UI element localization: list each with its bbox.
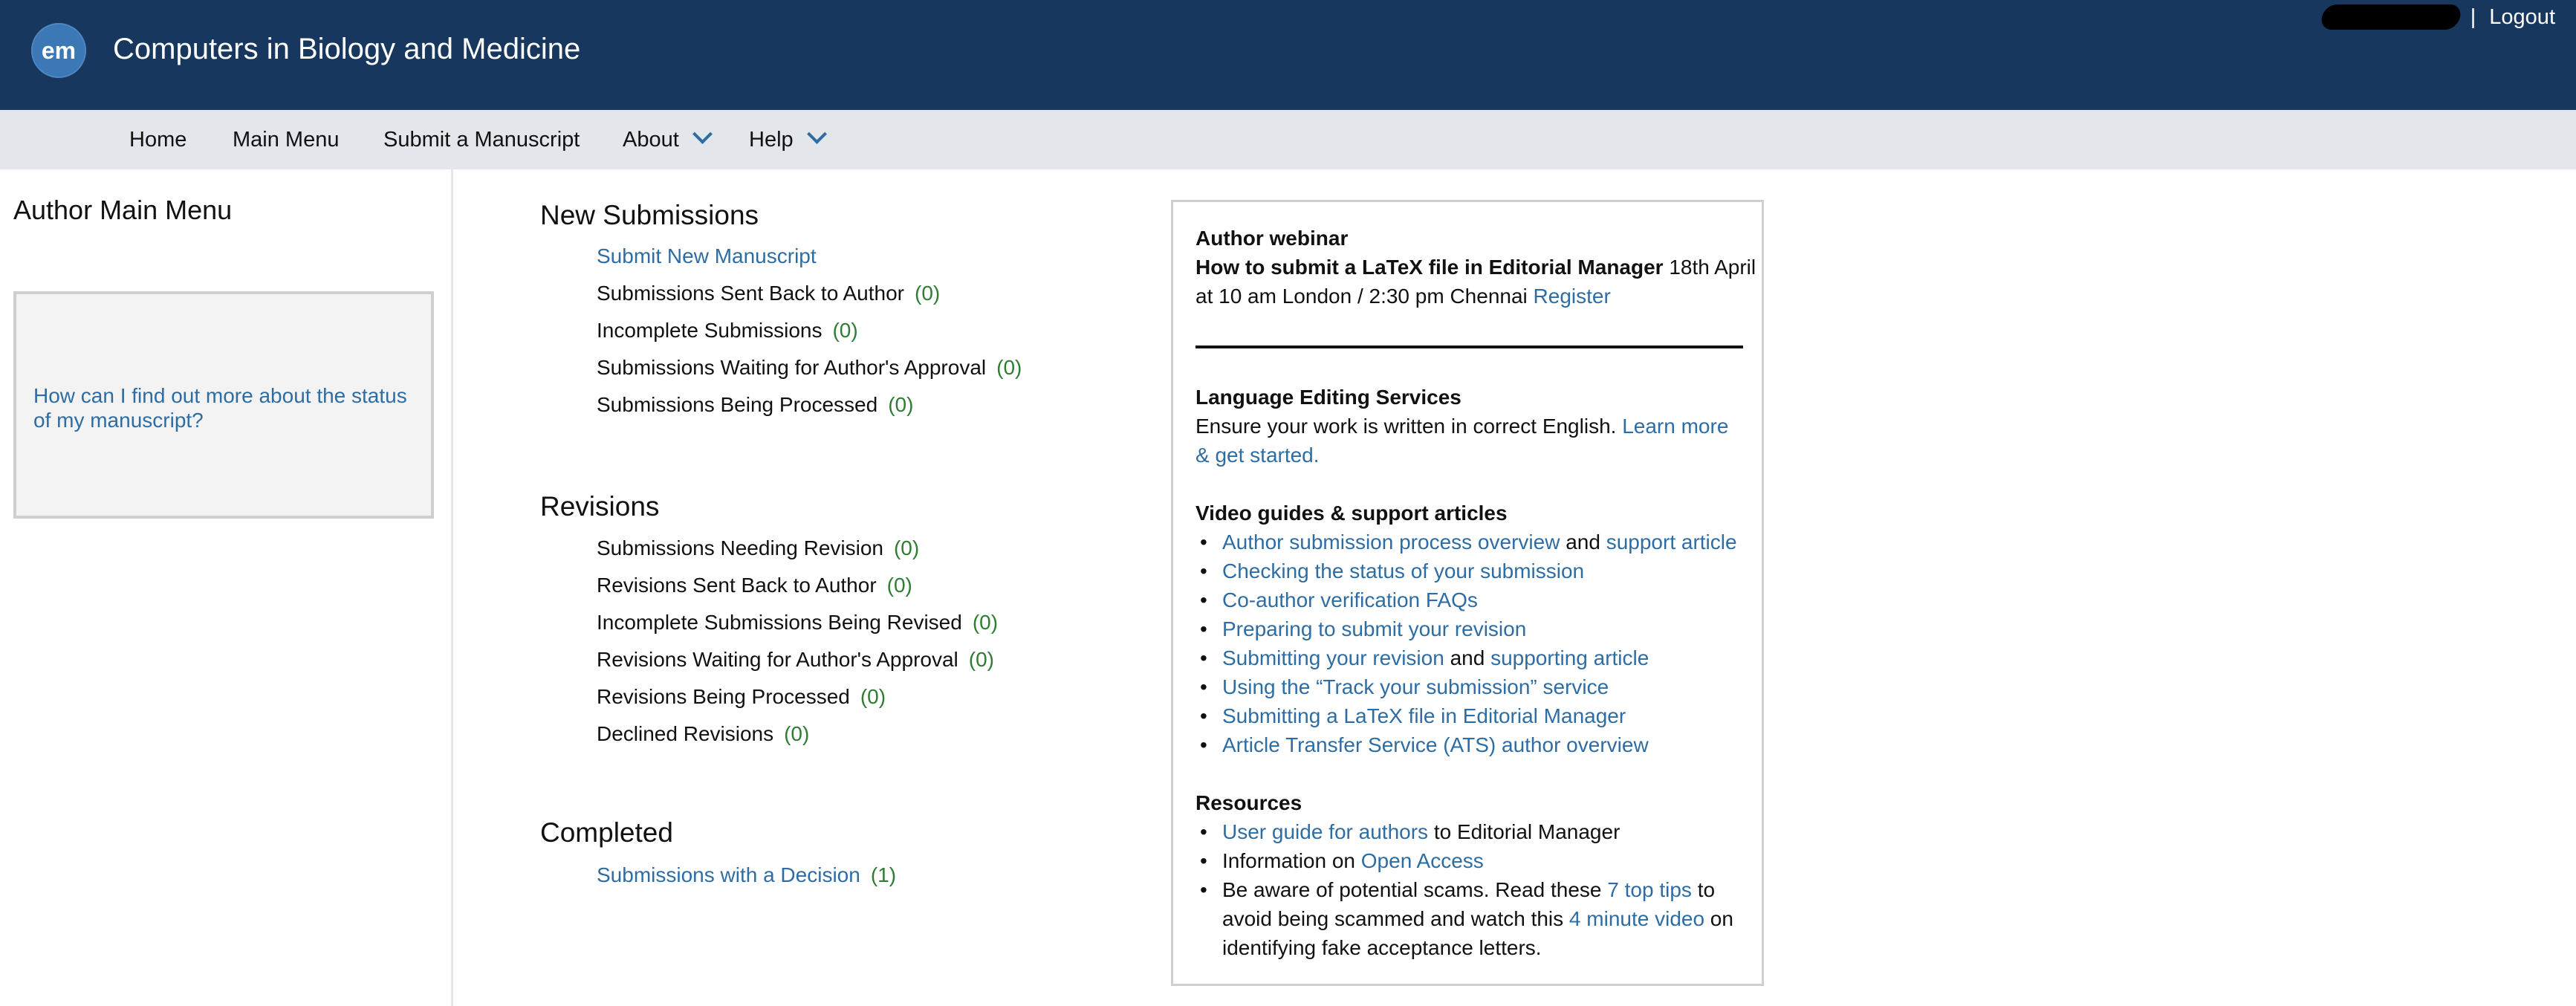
info-panel: Author webinar How to submit a LaTeX fil…: [1171, 200, 1764, 986]
preparing-revision-link[interactable]: Preparing to submit your revision: [1222, 617, 1526, 640]
help-box: How can I find out more about the status…: [13, 291, 434, 519]
top-tips-link[interactable]: 7 top tips: [1607, 878, 1692, 901]
revisions-heading: Revisions: [540, 491, 660, 522]
list-item: Submitting a LaTeX file in Editorial Man…: [1200, 701, 1742, 730]
item-count: (0): [996, 356, 1022, 379]
list-item[interactable]: Submissions Being Processed (0): [597, 393, 913, 417]
item-label: Revisions Sent Back to Author: [597, 574, 877, 597]
item-label: Revisions Waiting for Author's Approval: [597, 648, 958, 671]
nav-help-label: Help: [749, 128, 794, 152]
nav-about[interactable]: About: [623, 110, 713, 169]
nav-submit-manuscript[interactable]: Submit a Manuscript: [383, 110, 580, 169]
completed-heading: Completed: [540, 817, 673, 848]
item-label: Incomplete Submissions Being Revised: [597, 611, 962, 634]
submission-overview-link[interactable]: Author submission process overview: [1222, 530, 1560, 554]
item-count: (0): [968, 648, 994, 671]
page-title: Author Main Menu: [13, 195, 233, 225]
resources-heading: Resources: [1195, 791, 1302, 814]
nav-main-menu[interactable]: Main Menu: [233, 110, 339, 169]
checking-status-link[interactable]: Checking the status of your submission: [1222, 559, 1584, 582]
app-header: em Computers in Biology and Medicine | L…: [0, 0, 2576, 110]
list-item[interactable]: Incomplete Submissions (0): [597, 319, 858, 343]
get-started-link[interactable]: & get started.: [1195, 444, 1320, 467]
register-link[interactable]: Register: [1534, 285, 1611, 308]
webinar-text-line1: How to submit a LaTeX file in Editorial …: [1195, 256, 1756, 279]
redacted-username: [2319, 4, 2463, 30]
item-label: Declined Revisions: [597, 722, 774, 745]
list-item: User guide for authors to Editorial Mana…: [1200, 817, 1742, 846]
webinar-text-line2: at 10 am London / 2:30 pm Chennai Regist…: [1195, 285, 1611, 308]
list-item: Checking the status of your submission: [1200, 556, 1742, 585]
support-article-link[interactable]: support article: [1606, 530, 1737, 554]
language-text-line2: & get started.: [1195, 441, 1320, 470]
track-submission-link[interactable]: Using the “Track your submission” servic…: [1222, 675, 1609, 698]
nav-help[interactable]: Help: [749, 110, 827, 169]
chevron-down-icon: [806, 124, 827, 144]
item-count: (0): [888, 393, 914, 416]
list-item[interactable]: Incomplete Submissions Being Revised (0): [597, 611, 998, 635]
webinar-title: How to submit a LaTeX file in Editorial …: [1195, 256, 1664, 279]
new-submissions-heading: New Submissions: [540, 200, 759, 230]
user-separator: |: [2470, 4, 2476, 29]
list-item: Article Transfer Service (ATS) author ov…: [1200, 730, 1742, 759]
item-label[interactable]: Submissions with a Decision: [597, 863, 860, 886]
item-count: (0): [860, 685, 886, 708]
submit-new-manuscript-link[interactable]: Submit New Manuscript: [597, 244, 817, 268]
list-item[interactable]: Revisions Being Processed (0): [597, 685, 886, 709]
video-link[interactable]: 4 minute video: [1569, 907, 1704, 930]
user-block: | Logout: [2319, 4, 2555, 30]
language-heading: Language Editing Services: [1195, 386, 1461, 409]
item-count: (0): [915, 282, 941, 305]
list-item: Be aware of potential scams. Read these …: [1200, 875, 1742, 962]
list-item: Co-author verification FAQs: [1200, 585, 1742, 614]
open-access-link[interactable]: Open Access: [1361, 849, 1484, 872]
supporting-article-link[interactable]: supporting article: [1490, 646, 1649, 669]
logout-link[interactable]: Logout: [2489, 5, 2555, 30]
list-item[interactable]: Submissions Waiting for Author's Approva…: [597, 356, 1022, 380]
nav-home[interactable]: Home: [129, 110, 186, 169]
item-count: (0): [893, 536, 920, 559]
item-label: Incomplete Submissions: [597, 319, 823, 342]
item-count: (0): [784, 722, 810, 745]
list-item: Information on Open Access: [1200, 846, 1742, 875]
nav-about-label: About: [623, 128, 679, 152]
item-label: Submissions Sent Back to Author: [597, 282, 904, 305]
journal-title: Computers in Biology and Medicine: [113, 33, 581, 65]
list-item[interactable]: Submissions with a Decision (1): [597, 863, 896, 887]
list-item[interactable]: Revisions Waiting for Author's Approval (…: [597, 648, 994, 672]
divider: [1195, 345, 1743, 348]
user-guide-link[interactable]: User guide for authors: [1222, 820, 1428, 843]
list-item: Preparing to submit your revision: [1200, 614, 1742, 643]
coauthor-faq-link[interactable]: Co-author verification FAQs: [1222, 588, 1478, 611]
video-guides-heading: Video guides & support articles: [1195, 502, 1508, 525]
language-text: Ensure your work is written in correct E…: [1195, 415, 1729, 438]
item-count: (0): [972, 611, 999, 634]
item-count: (0): [886, 574, 912, 597]
list-item: Submitting your revision and supporting …: [1200, 643, 1742, 672]
list-item[interactable]: Revisions Sent Back to Author (0): [597, 574, 912, 597]
em-logo[interactable]: em: [31, 23, 86, 78]
list-item[interactable]: Declined Revisions (0): [597, 722, 809, 746]
item-count: (1): [870, 863, 897, 886]
list-item[interactable]: Submissions Needing Revision (0): [597, 536, 919, 560]
left-sidebar: Author Main Menu How can I find out more…: [0, 169, 453, 1006]
item-label: Submissions Needing Revision: [597, 536, 883, 559]
item-label: Revisions Being Processed: [597, 685, 850, 708]
item-count: (0): [832, 319, 858, 342]
main-nav: Home Main Menu Submit a Manuscript About…: [0, 110, 2576, 169]
item-label: Submissions Being Processed: [597, 393, 878, 416]
learn-more-link[interactable]: Learn more: [1622, 415, 1728, 438]
webinar-heading: Author webinar: [1195, 227, 1349, 250]
chevron-down-icon: [692, 124, 713, 144]
list-item: Using the “Track your submission” servic…: [1200, 672, 1742, 701]
ats-overview-link[interactable]: Article Transfer Service (ATS) author ov…: [1222, 733, 1649, 756]
list-item[interactable]: Submissions Sent Back to Author (0): [597, 282, 940, 305]
list-item: Author submission process overview and s…: [1200, 528, 1742, 556]
item-label: Submissions Waiting for Author's Approva…: [597, 356, 987, 379]
status-help-link[interactable]: How can I find out more about the status…: [33, 383, 427, 432]
submitting-revision-link[interactable]: Submitting your revision: [1222, 646, 1444, 669]
latex-guide-link[interactable]: Submitting a LaTeX file in Editorial Man…: [1222, 704, 1626, 727]
